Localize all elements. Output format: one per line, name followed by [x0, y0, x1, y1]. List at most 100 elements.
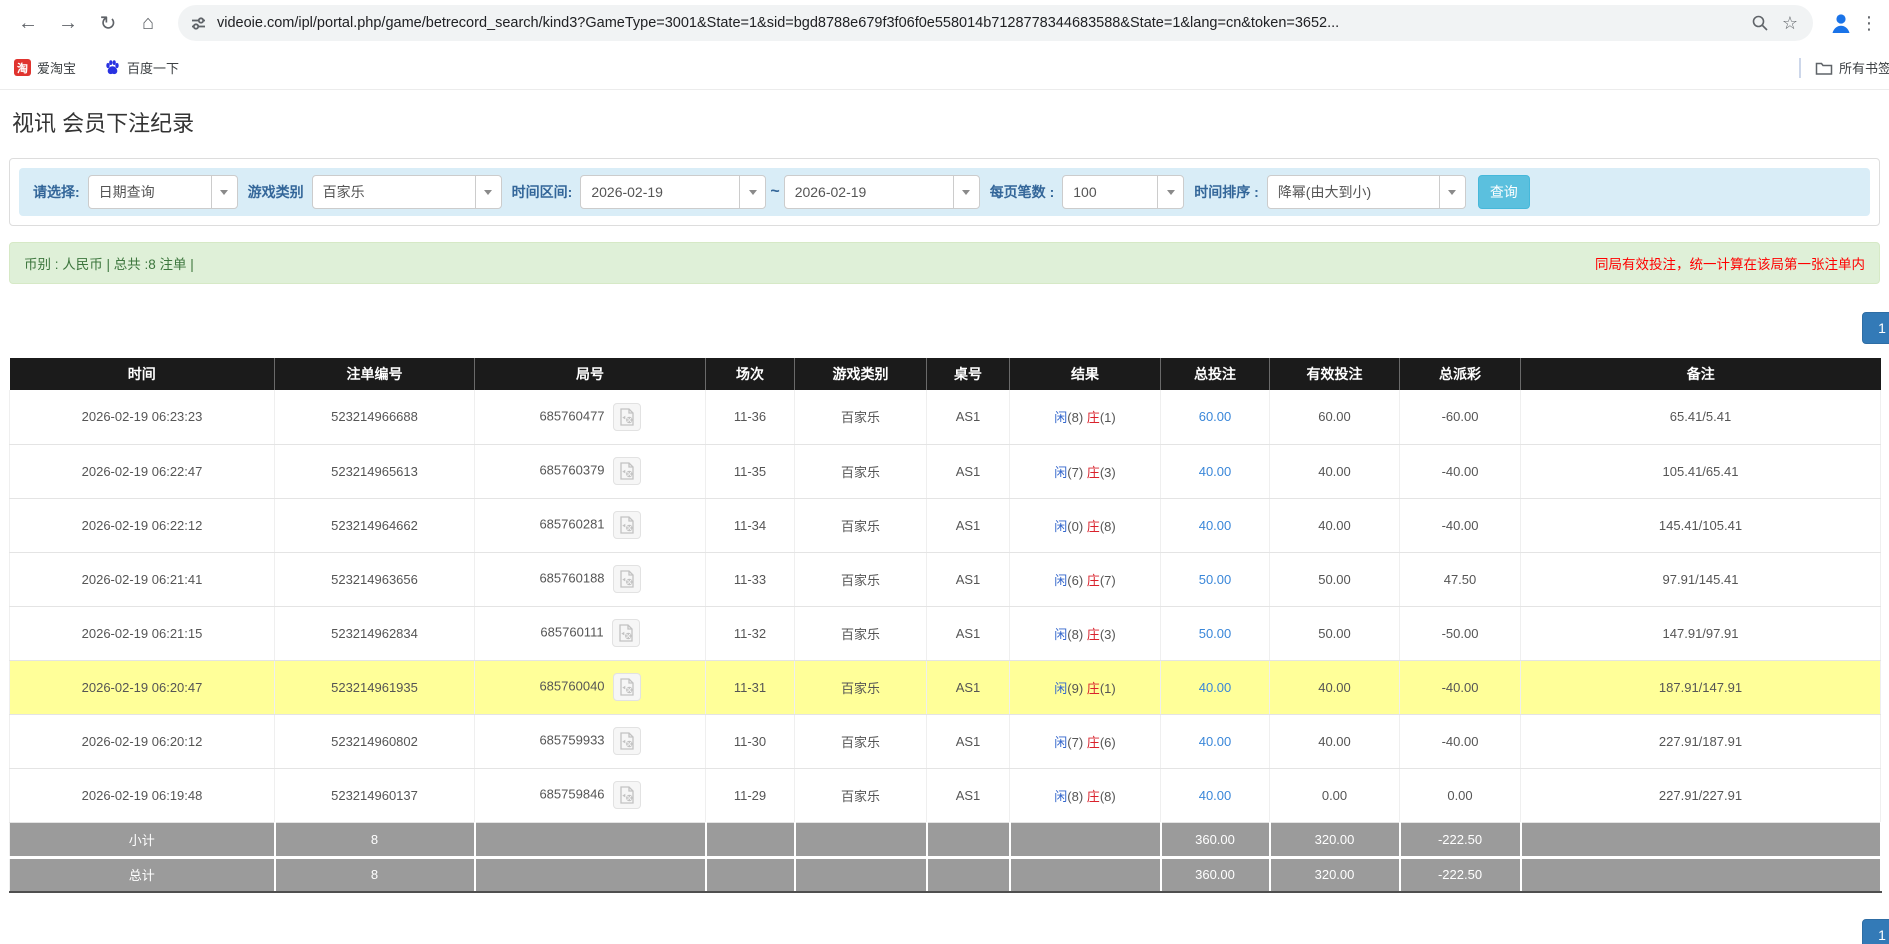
round-no-text: 685760188 [539, 570, 604, 585]
table-row: 2026-02-19 06:21:15523214962834685760111… [10, 606, 1881, 660]
sum-label: 小计 [10, 822, 275, 857]
chevron-down-icon[interactable] [1157, 176, 1183, 208]
cell-session: 11-34 [706, 498, 795, 552]
home-icon[interactable]: ⌂ [131, 6, 165, 40]
column-header: 总派彩 [1400, 358, 1521, 390]
chevron-down-icon[interactable] [1439, 176, 1465, 208]
player-points: (8) [1067, 410, 1087, 425]
sum-empty [927, 822, 1010, 857]
round-no-text: 685759846 [539, 786, 604, 801]
url-text[interactable]: videoie.com/ipl/portal.php/game/betrecor… [217, 15, 1745, 31]
cell-game-type: 百家乐 [795, 660, 927, 714]
total-bet-link[interactable]: 40.00 [1199, 518, 1232, 533]
sum-valid-bet: 320.00 [1270, 857, 1400, 892]
round-no-text: 685760111 [540, 624, 603, 639]
cell-time: 2026-02-19 06:20:12 [10, 714, 275, 768]
all-bookmarks-button[interactable]: 所有书签 [1839, 58, 1889, 77]
date-to-select[interactable]: 2026-02-19 [784, 175, 980, 209]
video-replay-button[interactable] [613, 673, 641, 701]
column-header: 局号 [475, 358, 706, 390]
video-replay-button[interactable] [613, 457, 641, 485]
cell-table-no: AS1 [927, 606, 1010, 660]
cell-note: 227.91/187.91 [1521, 714, 1881, 768]
cell-game-type: 百家乐 [795, 552, 927, 606]
total-bet-link[interactable]: 60.00 [1199, 409, 1232, 424]
cell-total-bet: 40.00 [1161, 660, 1270, 714]
table-row: 2026-02-19 06:20:47523214961935685760040… [10, 660, 1881, 714]
profile-avatar[interactable] [1825, 7, 1857, 39]
cell-valid-bet: 0.00 [1270, 768, 1400, 822]
bookmark-star-icon[interactable]: ☆ [1775, 8, 1805, 38]
zoom-page-icon[interactable] [1745, 8, 1775, 38]
video-replay-button[interactable] [613, 781, 641, 809]
cell-payout: -40.00 [1400, 660, 1521, 714]
video-replay-icon [618, 462, 636, 480]
back-icon[interactable]: ← [11, 6, 45, 40]
address-bar[interactable]: videoie.com/ipl/portal.php/game/betrecor… [178, 5, 1813, 41]
player-points: (0) [1067, 519, 1087, 534]
total-bet-link[interactable]: 40.00 [1199, 464, 1232, 479]
cell-payout: 0.00 [1400, 768, 1521, 822]
player-label: 闲 [1054, 465, 1067, 480]
page-title: 视讯 会员下注纪录 [12, 106, 1889, 138]
cell-round-no: 685759846 [475, 768, 706, 822]
chevron-down-icon[interactable] [475, 176, 501, 208]
player-points: (7) [1067, 735, 1087, 750]
cell-payout: -40.00 [1400, 714, 1521, 768]
cell-game-type: 百家乐 [795, 444, 927, 498]
search-button[interactable]: 查询 [1478, 175, 1530, 209]
pagination-page-1[interactable]: 1 [1862, 312, 1889, 344]
cell-session: 11-29 [706, 768, 795, 822]
total-bet-link[interactable]: 50.00 [1199, 626, 1232, 641]
player-label: 闲 [1054, 410, 1067, 425]
bookmark-baidu[interactable]: 百度一下 [104, 58, 179, 77]
cell-valid-bet: 40.00 [1270, 660, 1400, 714]
video-replay-button[interactable] [613, 511, 641, 539]
cell-bet-no: 523214960802 [275, 714, 475, 768]
forward-icon[interactable]: → [51, 6, 85, 40]
video-replay-button[interactable] [613, 727, 641, 755]
game-type-select[interactable]: 百家乐 [312, 175, 502, 209]
reload-icon[interactable]: ↻ [91, 6, 125, 40]
cell-payout: -40.00 [1400, 444, 1521, 498]
cell-game-type: 百家乐 [795, 498, 927, 552]
cell-payout: -40.00 [1400, 498, 1521, 552]
cell-round-no: 685760188 [475, 552, 706, 606]
column-header: 游戏类别 [795, 358, 927, 390]
player-label: 闲 [1054, 681, 1067, 696]
chevron-down-icon[interactable] [953, 176, 979, 208]
video-replay-button[interactable] [613, 403, 641, 431]
bet-records-table: 时间注单编号局号场次游戏类别桌号结果总投注有效投注总派彩备注 2026-02-1… [9, 358, 1882, 893]
total-bet-link[interactable]: 40.00 [1199, 680, 1232, 695]
bookmark-taobao[interactable]: 淘 爱淘宝 [14, 58, 76, 77]
pagination-page-1[interactable]: 1 [1862, 919, 1889, 944]
page-size-select[interactable]: 100 [1062, 175, 1184, 209]
banker-points: (8) [1100, 519, 1116, 534]
browser-menu-icon[interactable]: ⋮ [1857, 7, 1881, 39]
total-bet-link[interactable]: 50.00 [1199, 572, 1232, 587]
browser-toolbar: ← → ↻ ⌂ videoie.com/ipl/portal.php/game/… [0, 0, 1889, 46]
chevron-down-icon[interactable] [739, 176, 765, 208]
total-bet-link[interactable]: 40.00 [1199, 788, 1232, 803]
player-label: 闲 [1054, 735, 1067, 750]
date-from-select[interactable]: 2026-02-19 [580, 175, 766, 209]
video-replay-button[interactable] [613, 565, 641, 593]
player-points: (8) [1067, 789, 1087, 804]
chevron-down-icon[interactable] [211, 176, 237, 208]
sum-empty [1521, 857, 1881, 892]
sum-empty [706, 822, 795, 857]
total-bet-link[interactable]: 40.00 [1199, 734, 1232, 749]
cell-total-bet: 40.00 [1161, 498, 1270, 552]
cell-note: 145.41/105.41 [1521, 498, 1881, 552]
cell-round-no: 685760040 [475, 660, 706, 714]
table-header-row: 时间注单编号局号场次游戏类别桌号结果总投注有效投注总派彩备注 [10, 358, 1881, 390]
cell-total-bet: 50.00 [1161, 552, 1270, 606]
sum-empty [1521, 822, 1881, 857]
sum-empty [475, 822, 706, 857]
table-row: 2026-02-19 06:20:12523214960802685759933… [10, 714, 1881, 768]
cell-result: 闲(8) 庄(3) [1010, 606, 1161, 660]
video-replay-button[interactable] [612, 619, 640, 647]
query-type-select[interactable]: 日期查询 [88, 175, 238, 209]
sort-select[interactable]: 降幂(由大到小) [1267, 175, 1466, 209]
site-settings-icon[interactable] [190, 15, 207, 32]
